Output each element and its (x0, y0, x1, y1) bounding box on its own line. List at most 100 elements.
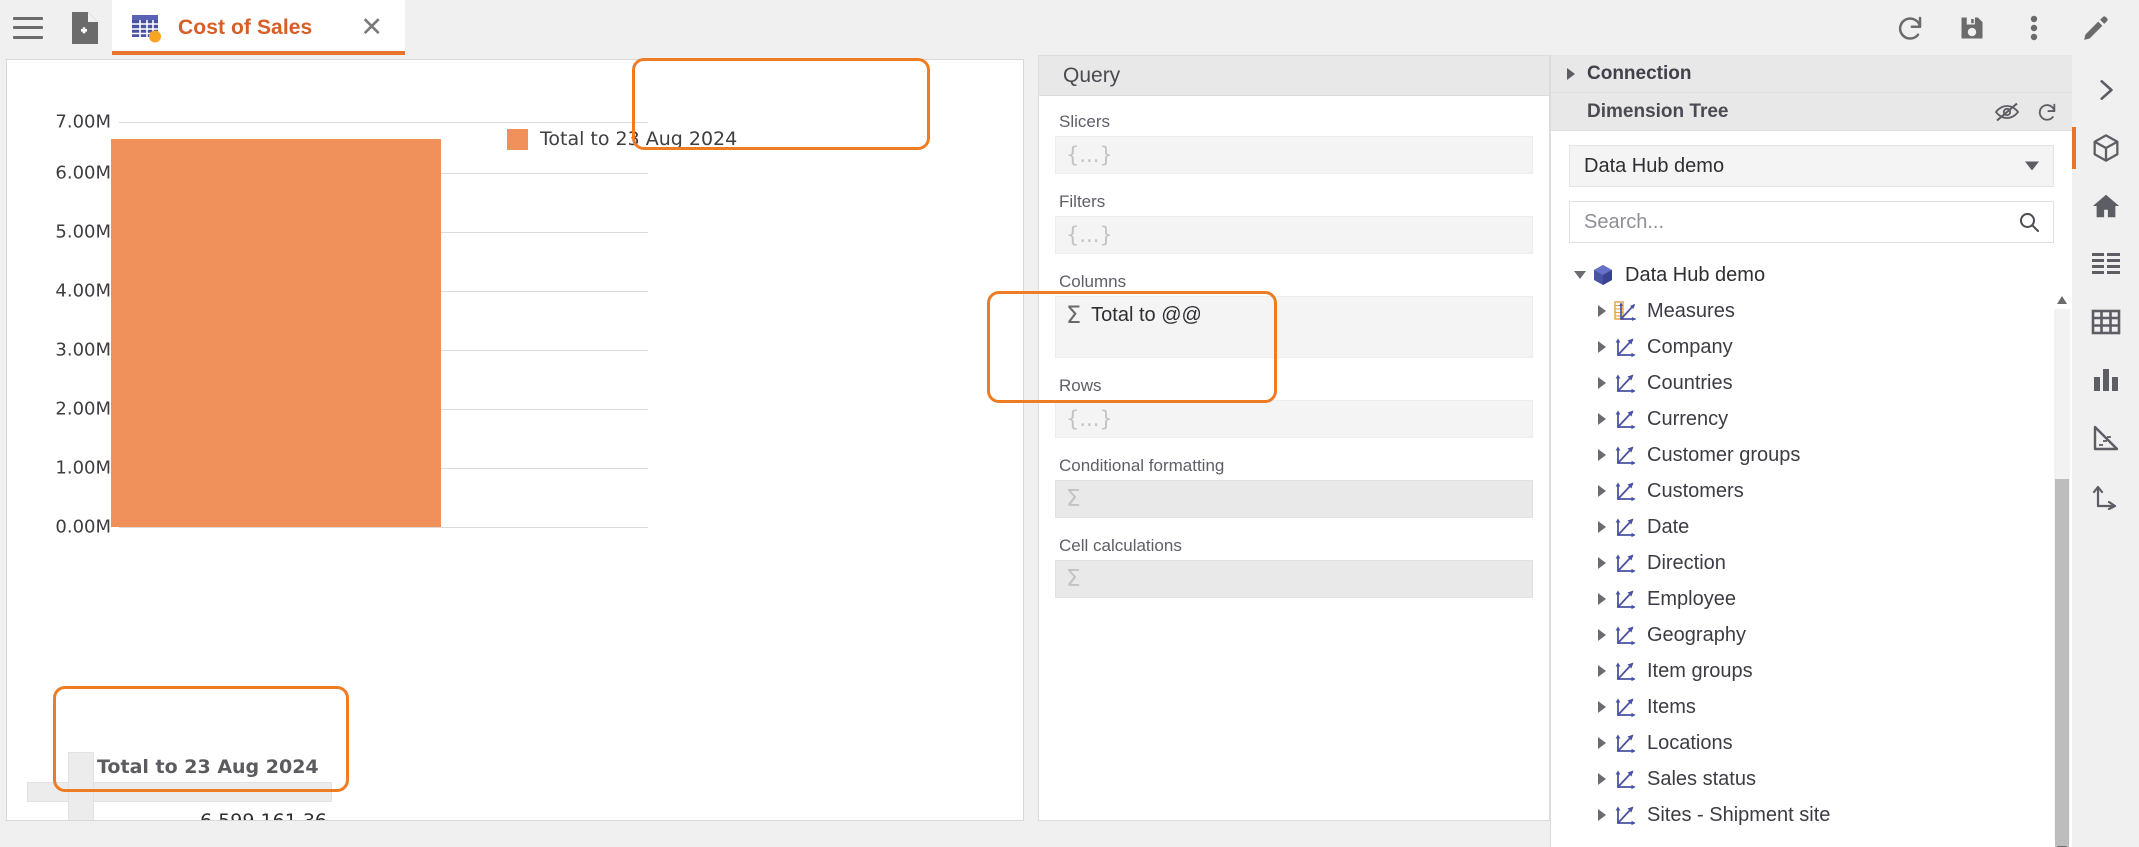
expand-toggle[interactable] (1591, 305, 1613, 317)
expand-toggle[interactable] (1591, 773, 1613, 785)
tree-node-label: Data Hub demo (1625, 263, 1766, 286)
tree-node-item-groups[interactable]: Item groups (1591, 653, 2072, 689)
tree-node-company[interactable]: Company (1591, 329, 2072, 365)
dimension-icon (1615, 446, 1636, 466)
more-options-button[interactable] (2003, 0, 2065, 55)
rail-expand-button[interactable] (2072, 61, 2139, 119)
rail-ruler-button[interactable] (2072, 409, 2139, 467)
tree-node-label: Items (1647, 695, 1696, 718)
tree-node-date[interactable]: Date (1591, 509, 2072, 545)
tree-node-label: Sites - Shipment site (1647, 803, 1831, 826)
expand-toggle[interactable] (1591, 449, 1613, 461)
new-document-button[interactable] (56, 0, 112, 55)
dimension-icon (1615, 734, 1636, 754)
tree-node-measures[interactable]: Measures (1591, 293, 2072, 329)
filters-drop-zone[interactable]: {...} (1055, 216, 1533, 254)
y-tick-label: 0.00M (55, 516, 111, 538)
expand-toggle[interactable] (1591, 485, 1613, 497)
bar-total-to-23-aug-2024[interactable] (111, 139, 441, 527)
hamburger-menu-button[interactable] (0, 0, 56, 55)
slicers-drop-zone[interactable]: {...} (1055, 136, 1533, 174)
expand-toggle[interactable] (1591, 413, 1613, 425)
tree-node-label: Date (1647, 515, 1690, 538)
refresh-button[interactable] (1879, 0, 1941, 55)
dimension-tree-section-header[interactable]: Dimension Tree (1551, 93, 2072, 131)
expand-toggle[interactable] (1591, 341, 1613, 353)
rail-chart-button[interactable] (2072, 351, 2139, 409)
placeholder-brace: {...} (1066, 406, 1113, 431)
field-label: Rows (1059, 376, 1102, 395)
rows-drop-zone[interactable]: {...} (1055, 400, 1533, 438)
placeholder-brace: {...} (1066, 222, 1113, 247)
dimension-search-box[interactable] (1569, 201, 2054, 243)
expand-toggle[interactable] (1591, 377, 1613, 389)
rail-list-button[interactable] (2072, 235, 2139, 293)
cube-select[interactable]: Data Hub demo (1569, 145, 2054, 187)
hamburger-menu-icon (13, 16, 43, 39)
scroll-up-arrow[interactable] (2054, 291, 2070, 309)
search-input[interactable] (1584, 210, 2009, 234)
search-icon[interactable] (2017, 210, 2041, 234)
tree-node-label: Sales status (1647, 767, 1756, 790)
dimension-icon (1615, 518, 1636, 538)
eye-off-button[interactable] (1994, 102, 2020, 122)
query-field-filters: Filters {...} (1055, 192, 1533, 254)
tree-node-direction[interactable]: Direction (1591, 545, 2072, 581)
expand-toggle[interactable] (1591, 809, 1613, 821)
dimension-icon (1615, 626, 1636, 646)
dimension-tree-scrollbar[interactable] (2054, 296, 2070, 847)
expand-toggle[interactable] (1591, 593, 1613, 605)
tab-close-button[interactable]: ✕ (360, 14, 383, 41)
expand-toggle[interactable] (1591, 557, 1613, 569)
dimension-tree: Data Hub demo Measures Company Countries… (1551, 257, 2072, 847)
tree-node-countries[interactable]: Countries (1591, 365, 2072, 401)
conditional-formatting-drop-zone[interactable]: Σ (1055, 480, 1533, 518)
tree-node-currency[interactable]: Currency (1591, 401, 2072, 437)
tree-node-label: Customers (1647, 479, 1744, 502)
query-field-slicers: Slicers {...} (1055, 112, 1533, 174)
rail-table-button[interactable] (2072, 293, 2139, 351)
list-lines-icon (2091, 253, 2120, 274)
chart-panel: 7.00M 6.00M 5.00M 4.00M 3.00M 2.00M 1.00… (0, 55, 1030, 847)
tree-node-customers[interactable]: Customers (1591, 473, 2072, 509)
expand-toggle[interactable] (1591, 737, 1613, 749)
tree-node-customer-groups[interactable]: Customer groups (1591, 437, 2072, 473)
scrollbar-thumb[interactable] (2055, 479, 2069, 847)
expand-toggle[interactable] (1591, 665, 1613, 677)
dimension-icon (1615, 338, 1636, 358)
tree-node-root[interactable]: Data Hub demo (1569, 257, 2072, 293)
dimension-tree-title: Dimension Tree (1587, 100, 1729, 122)
home-icon (2092, 194, 2119, 218)
connection-section-header[interactable]: Connection (1551, 55, 2072, 93)
chart-canvas[interactable]: 7.00M 6.00M 5.00M 4.00M 3.00M 2.00M 1.00… (6, 59, 1024, 821)
top-toolbar: Cost of Sales ✕ (0, 0, 2139, 55)
tree-node-items[interactable]: Items (1591, 689, 2072, 725)
field-label: Slicers (1059, 112, 1111, 131)
chart-legend-entry[interactable]: Total to 23 Aug 2024 (507, 128, 737, 150)
save-button[interactable] (1941, 0, 2003, 55)
tree-node-sales-status[interactable]: Sales status (1591, 761, 2072, 797)
rail-axes-button[interactable] (2072, 467, 2139, 525)
tree-node-sites-shipment-site[interactable]: Sites - Shipment site (1591, 797, 2072, 833)
tree-node-locations[interactable]: Locations (1591, 725, 2072, 761)
column-chip-total-to[interactable]: Σ Total to @@ (1066, 303, 1202, 327)
tree-node-employee[interactable]: Employee (1591, 581, 2072, 617)
expand-toggle[interactable] (1569, 271, 1591, 279)
rail-home-button[interactable] (2072, 177, 2139, 235)
expand-toggle[interactable] (1591, 629, 1613, 641)
columns-drop-zone[interactable]: Σ Total to @@ (1055, 296, 1533, 358)
expand-toggle[interactable] (1591, 701, 1613, 713)
tree-node-geography[interactable]: Geography (1591, 617, 2072, 653)
data-label-title: Total to 23 Aug 2024 (97, 756, 319, 778)
edit-button[interactable] (2065, 0, 2127, 55)
tab-cost-of-sales[interactable]: Cost of Sales ✕ (112, 0, 405, 55)
query-panel: Query Slicers {...} Filters {...} Column… (1030, 55, 1550, 847)
refresh-icon (2038, 103, 2056, 121)
cell-calculations-drop-zone[interactable]: Σ (1055, 560, 1533, 598)
scroll-down-arrow[interactable] (2054, 841, 2070, 847)
expand-toggle[interactable] (1591, 521, 1613, 533)
tree-node-label: Currency (1647, 407, 1729, 430)
rail-cube-button[interactable] (2072, 119, 2139, 177)
dimension-tree-refresh-button[interactable] (2036, 101, 2058, 123)
table-grid-icon (2091, 309, 2120, 335)
